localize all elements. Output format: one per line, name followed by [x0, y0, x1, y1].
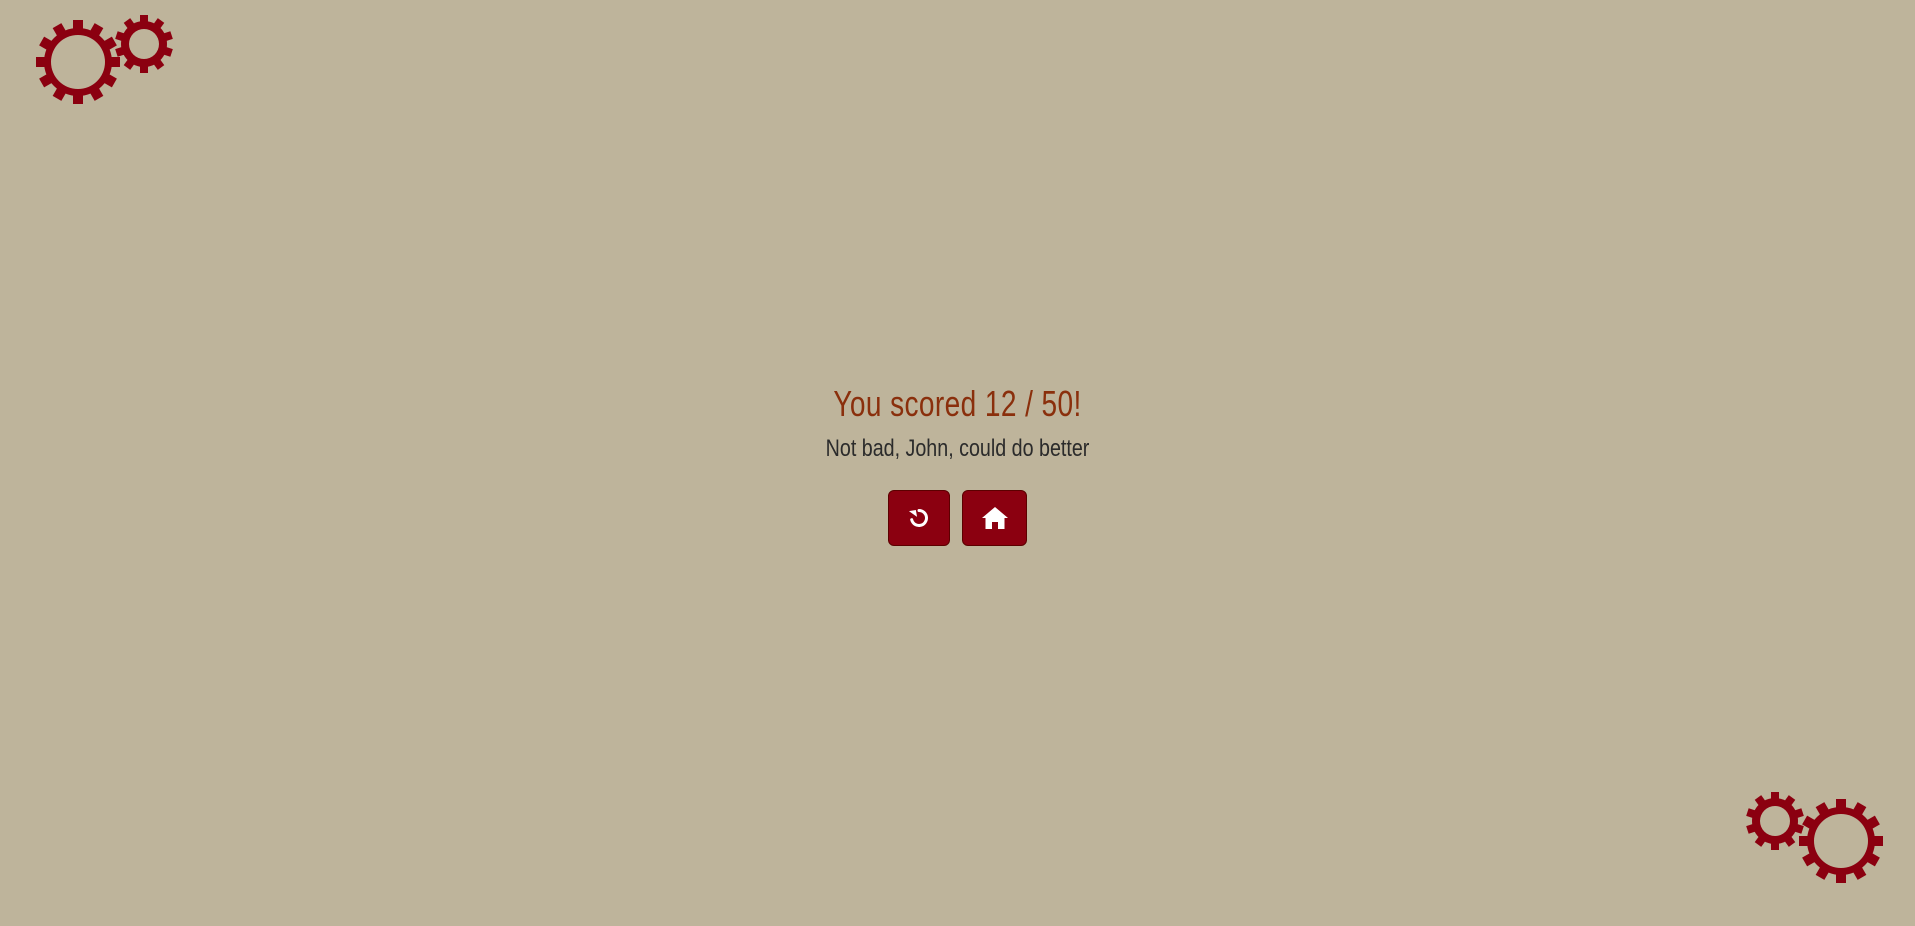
- retry-button[interactable]: [888, 490, 950, 546]
- gears-icon: [1746, 792, 1883, 883]
- score-message: Not bad, John, could do better: [825, 435, 1090, 462]
- score-title: You scored 12 / 50!: [833, 383, 1082, 424]
- result-panel: You scored 12 / 50! Not bad, John, could…: [0, 376, 1915, 464]
- home-button[interactable]: [962, 490, 1027, 546]
- action-buttons: [0, 490, 1915, 546]
- gears-icon: [36, 15, 173, 104]
- home-icon: [981, 507, 1008, 529]
- redo-icon: [908, 509, 928, 527]
